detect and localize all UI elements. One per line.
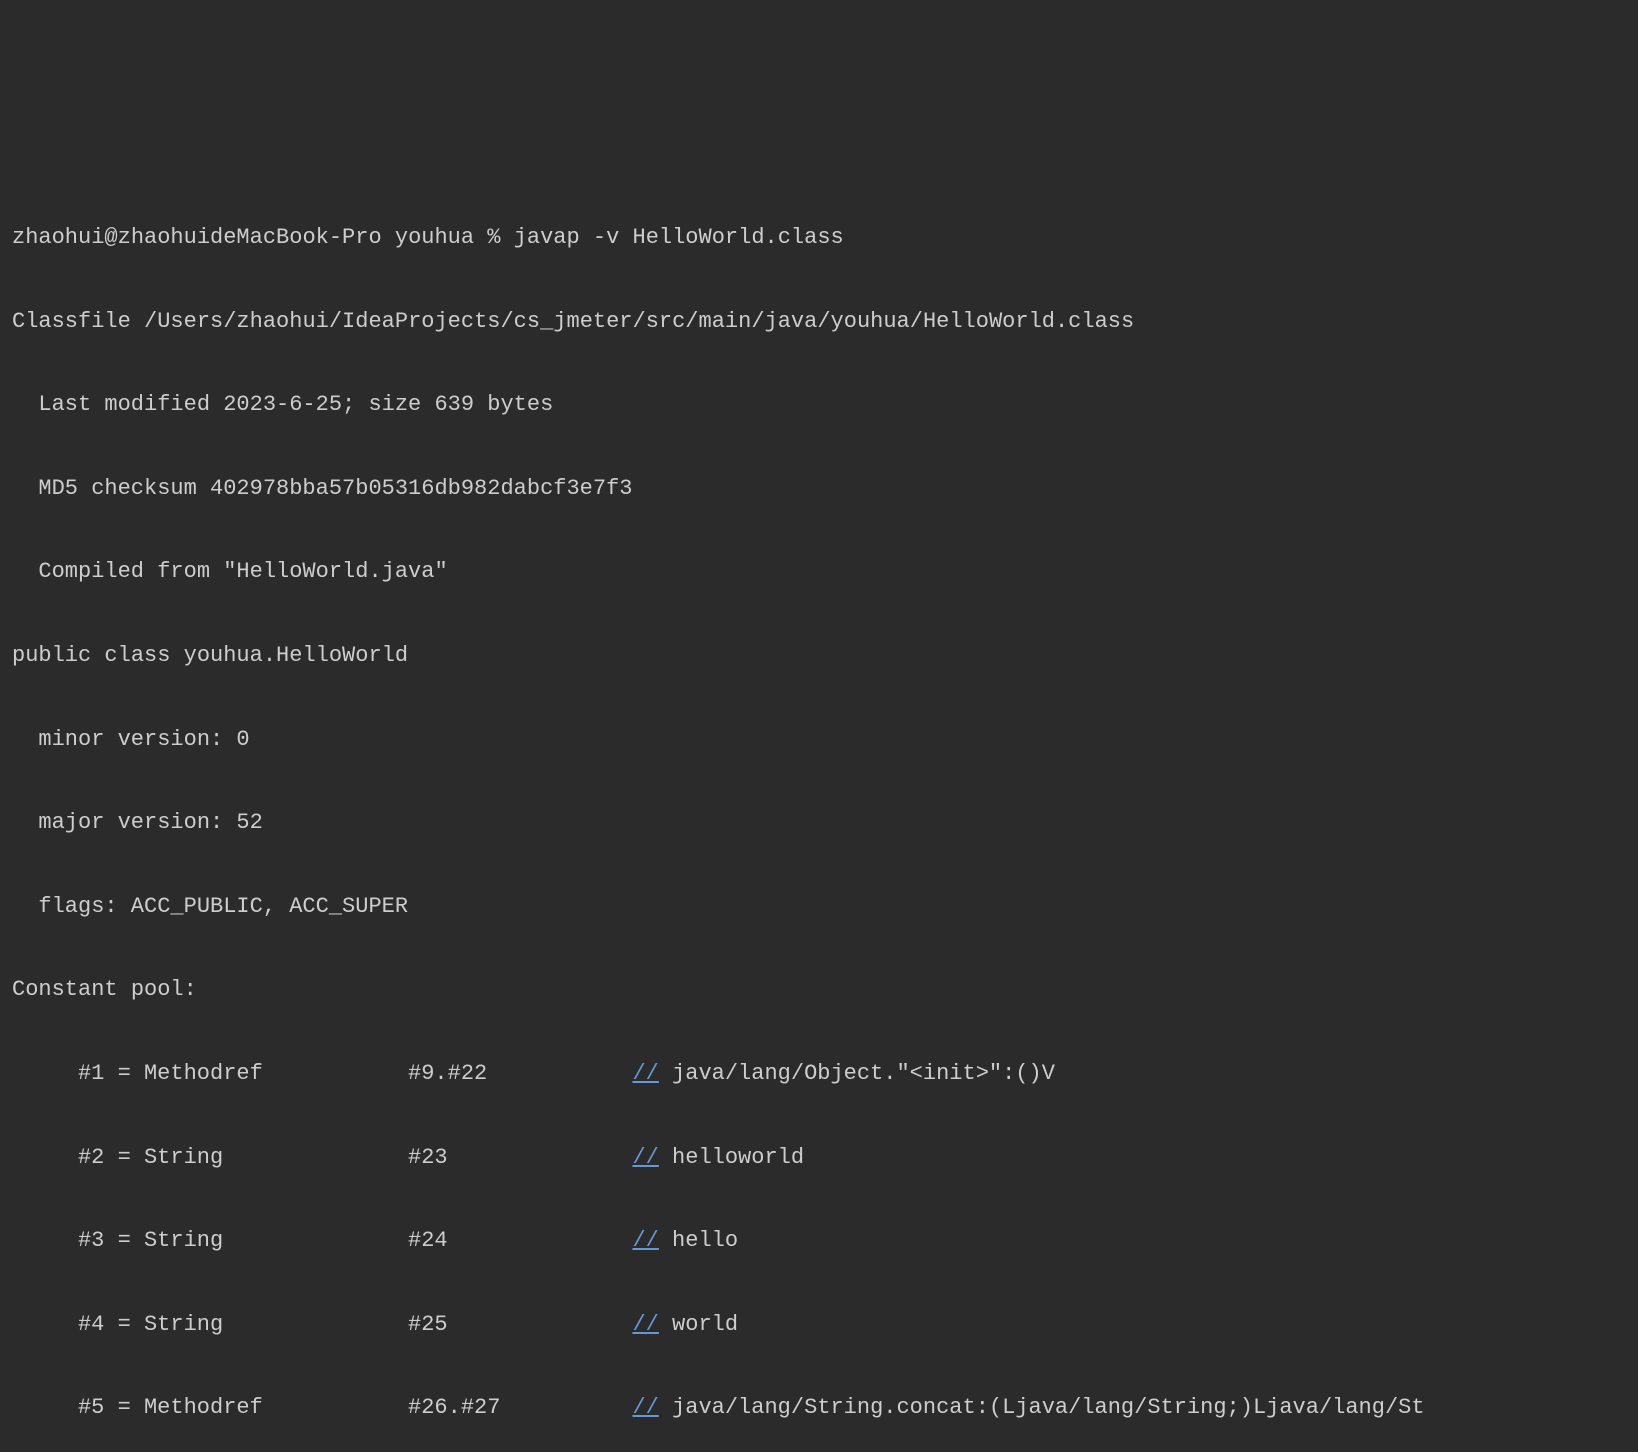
pool-comment-text: java/lang/String.concat:(Ljava/lang/Stri… xyxy=(659,1395,1425,1420)
pool-comment-text: hello xyxy=(659,1228,738,1253)
constant-pool-header: Constant pool: xyxy=(12,969,1626,1011)
pool-type: String xyxy=(144,1137,408,1179)
pool-comment: // helloworld xyxy=(632,1137,804,1179)
pool-index: #1 xyxy=(52,1053,105,1095)
constant-pool-entry: #3 = String#24// hello xyxy=(12,1220,1626,1262)
constant-pool-entry: #2 = String#23// helloworld xyxy=(12,1137,1626,1179)
pool-ref: #23 xyxy=(408,1137,632,1179)
comment-slash-icon: // xyxy=(632,1228,658,1253)
comment-slash-icon: // xyxy=(632,1061,658,1086)
minor-version-line: minor version: 0 xyxy=(12,719,1626,761)
pool-equals: = xyxy=(104,1304,144,1346)
pool-index: #5 xyxy=(52,1387,105,1429)
pool-type: String xyxy=(144,1220,408,1262)
pool-index: #4 xyxy=(52,1304,105,1346)
pool-index: #2 xyxy=(52,1137,105,1179)
pool-ref: #25 xyxy=(408,1304,632,1346)
pool-index: #3 xyxy=(52,1220,105,1262)
pool-equals: = xyxy=(104,1220,144,1262)
pool-comment: // java/lang/String.concat:(Ljava/lang/S… xyxy=(632,1387,1424,1429)
pool-comment-text: java/lang/Object."<init>":()V xyxy=(659,1061,1055,1086)
pool-equals: = xyxy=(104,1053,144,1095)
pool-ref: #9.#22 xyxy=(408,1053,632,1095)
flags-line: flags: ACC_PUBLIC, ACC_SUPER xyxy=(12,886,1626,928)
pool-equals: = xyxy=(104,1137,144,1179)
constant-pool-entry: #4 = String#25// world xyxy=(12,1304,1626,1346)
major-version-line: major version: 52 xyxy=(12,802,1626,844)
classfile-line: Classfile /Users/zhaohui/IdeaProjects/cs… xyxy=(12,301,1626,343)
pool-comment: // java/lang/Object."<init>":()V xyxy=(632,1053,1054,1095)
constant-pool-entry: #5 = Methodref#26.#27// java/lang/String… xyxy=(12,1387,1626,1429)
pool-comment: // world xyxy=(632,1304,738,1346)
comment-slash-icon: // xyxy=(632,1145,658,1170)
comment-slash-icon: // xyxy=(632,1395,658,1420)
compiled-from-line: Compiled from "HelloWorld.java" xyxy=(12,551,1626,593)
constant-pool-entry: #1 = Methodref#9.#22// java/lang/Object.… xyxy=(12,1053,1626,1095)
pool-comment: // hello xyxy=(632,1220,738,1262)
last-modified-line: Last modified 2023-6-25; size 639 bytes xyxy=(12,384,1626,426)
pool-type: String xyxy=(144,1304,408,1346)
pool-ref: #24 xyxy=(408,1220,632,1262)
pool-equals: = xyxy=(104,1387,144,1429)
pool-comment-text: world xyxy=(659,1312,738,1337)
pool-ref: #26.#27 xyxy=(408,1387,632,1429)
comment-slash-icon: // xyxy=(632,1312,658,1337)
pool-type: Methodref xyxy=(144,1387,408,1429)
pool-comment-text: helloworld xyxy=(659,1145,804,1170)
pool-type: Methodref xyxy=(144,1053,408,1095)
class-declaration-line: public class youhua.HelloWorld xyxy=(12,635,1626,677)
md5-checksum-line: MD5 checksum 402978bba57b05316db982dabcf… xyxy=(12,468,1626,510)
command-prompt-line: zhaohui@zhaohuideMacBook-Pro youhua % ja… xyxy=(12,217,1626,259)
terminal-output: zhaohui@zhaohuideMacBook-Pro youhua % ja… xyxy=(12,175,1626,1452)
